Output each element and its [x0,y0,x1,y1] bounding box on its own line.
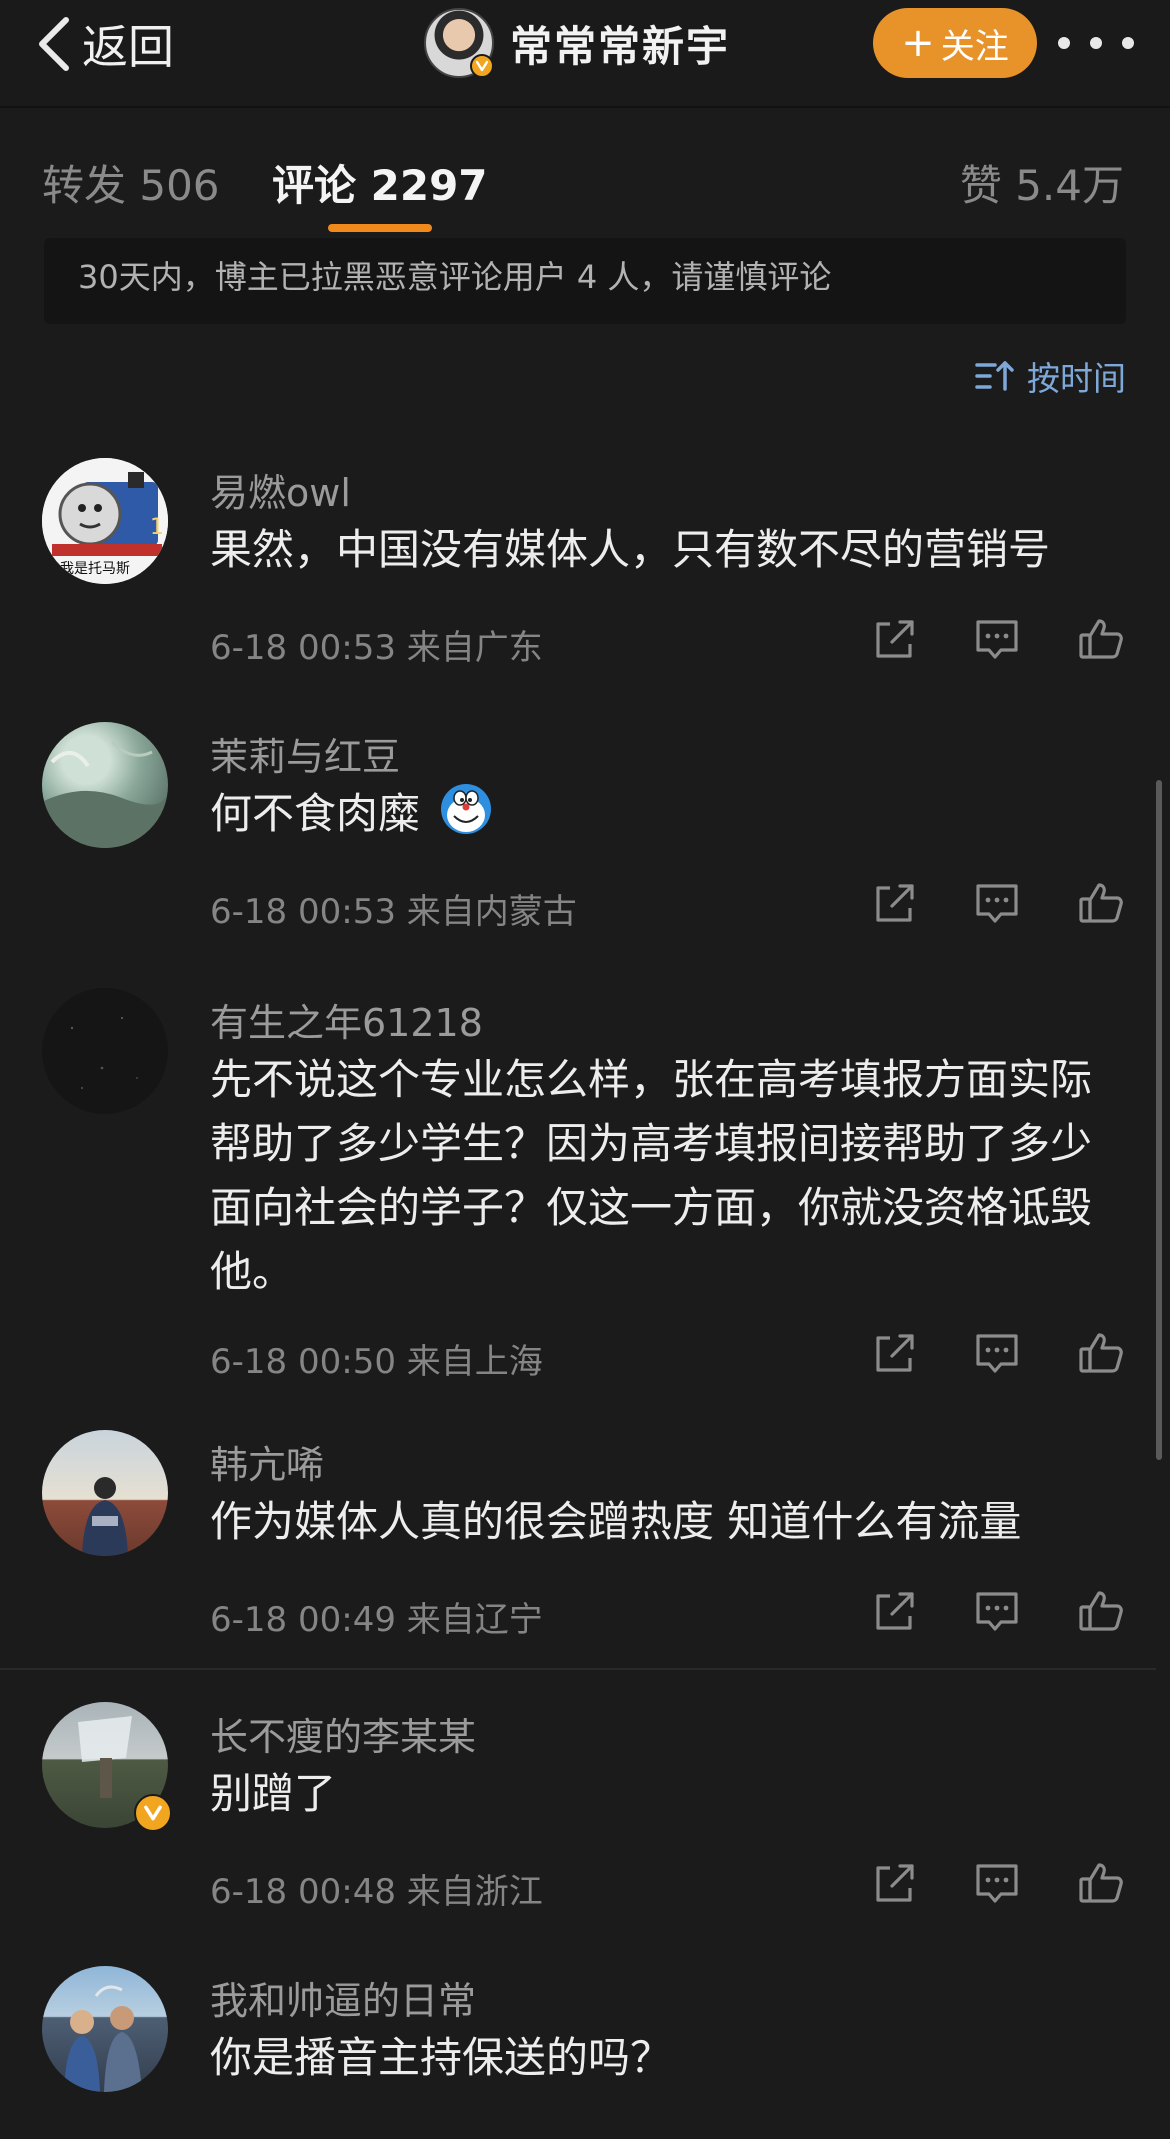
comment-actions [872,1330,1132,1380]
comment-text-body: 何不食肉糜 [210,789,421,838]
weibo-comments-page: 返回 常常常新宇 + 关注 转发 506 评论 2297 赞 5.4万 30天内… [0,0,1170,2139]
active-tab-indicator [328,224,432,232]
share-icon[interactable] [872,1330,918,1376]
blocked-users-notice: 30天内，博主已拉黑恶意评论用户 4 人，请谨慎评论 [44,238,1126,324]
comment-actions [872,616,1132,666]
like-icon[interactable] [1078,1860,1124,1906]
comment-meta: 6-18 00:53 来自内蒙古 [210,892,577,932]
back-button[interactable]: 返回 [34,14,174,74]
share-icon[interactable] [872,1588,918,1634]
comment-actions [872,1860,1132,1910]
comment-text: 先不说这个专业怎么样，张在高考填报方面实际帮助了多少学生？因为高考填报间接帮助了… [210,1055,1093,1296]
comment-icon[interactable] [974,1860,1020,1906]
more-dot [1090,37,1102,49]
share-icon[interactable] [872,880,918,926]
account-avatar[interactable] [424,8,494,78]
scenery-avatar-image [42,740,168,848]
comment-text: 何不食肉糜 [210,782,1130,846]
follow-label: 关注 [940,26,1009,67]
verified-icon [134,1794,172,1832]
comment-text: 你是播音主持保送的吗？ [210,2033,673,2082]
like-icon[interactable] [1078,880,1124,926]
tab-bar: 转发 506 评论 2297 赞 5.4万 [0,108,1170,238]
person-avatar-image [82,1477,128,1556]
comment-actions [872,1588,1132,1638]
avatar[interactable] [42,722,168,848]
comment-author[interactable]: 有生之年61218 [210,992,483,1047]
comment-author[interactable]: 我和帅逼的日常 [210,1970,476,2025]
comment-meta: 6-18 00:48 来自浙江 [210,1872,543,1912]
like-icon[interactable] [1078,616,1124,662]
more-dot [1058,37,1070,49]
share-icon[interactable] [872,1860,918,1906]
tab-likes[interactable]: 赞 5.4万 [960,152,1124,213]
comment-meta: 6-18 00:49 来自辽宁 [210,1600,543,1640]
avatar-caption: 我是托马斯 [60,561,130,577]
like-icon[interactable] [1078,1330,1124,1376]
comment-icon[interactable] [974,1588,1020,1634]
avatar[interactable]: 1 我是托马斯 [42,458,168,584]
share-icon[interactable] [872,616,918,662]
tab-comments[interactable]: 评论 2297 [272,152,488,213]
top-bar: 返回 常常常新宇 + 关注 [0,0,1170,108]
comment-icon[interactable] [974,880,1020,926]
account-name: 常常常新宇 [510,21,731,71]
group-photo-avatar-image [64,1985,142,2092]
sort-toggle[interactable]: 按时间 [975,352,1126,400]
svg-text:1: 1 [150,515,164,540]
comment-author[interactable]: 长不瘦的李某某 [210,1706,476,1761]
scrollbar[interactable] [1156,780,1162,1460]
plus-icon: + [901,20,935,66]
back-label: 返回 [82,20,174,74]
comment-meta: 6-18 00:53 来自广东 [210,628,543,668]
comment-icon[interactable] [974,1330,1020,1376]
comment-text: 别蹭了 [210,1769,337,1818]
divider [0,1668,1156,1670]
more-dot [1122,37,1134,49]
doraemon-emoji [441,784,492,834]
comment-text: 果然，中国没有媒体人，只有数不尽的营销号 [210,525,1051,574]
comment-author[interactable]: 茉莉与红豆 [210,726,400,781]
more-icon[interactable] [1058,28,1134,58]
comment-actions [872,880,1132,930]
avatar[interactable] [42,988,168,1114]
comment-meta: 6-18 00:50 来自上海 [210,1342,543,1382]
sort-icon [975,361,1014,391]
comment-icon[interactable] [974,616,1020,662]
starry-avatar-image [70,1017,138,1089]
comment-author[interactable]: 韩亢唏 [210,1434,324,1489]
follow-button[interactable]: + 关注 [873,8,1037,78]
verified-icon [470,54,494,78]
sort-label: 按时间 [1027,359,1126,398]
chevron-left-icon [39,17,69,71]
tab-reposts[interactable]: 转发 506 [42,152,220,213]
account-header[interactable]: 常常常新宇 [424,8,730,78]
like-icon[interactable] [1078,1588,1124,1634]
avatar[interactable] [42,1966,168,2092]
comment-text: 作为媒体人真的很会蹭热度 知道什么有流量 [210,1497,1022,1546]
comment-author[interactable]: 易燃owl [210,462,351,517]
avatar[interactable] [42,1430,168,1556]
avatar[interactable] [42,1702,172,1832]
